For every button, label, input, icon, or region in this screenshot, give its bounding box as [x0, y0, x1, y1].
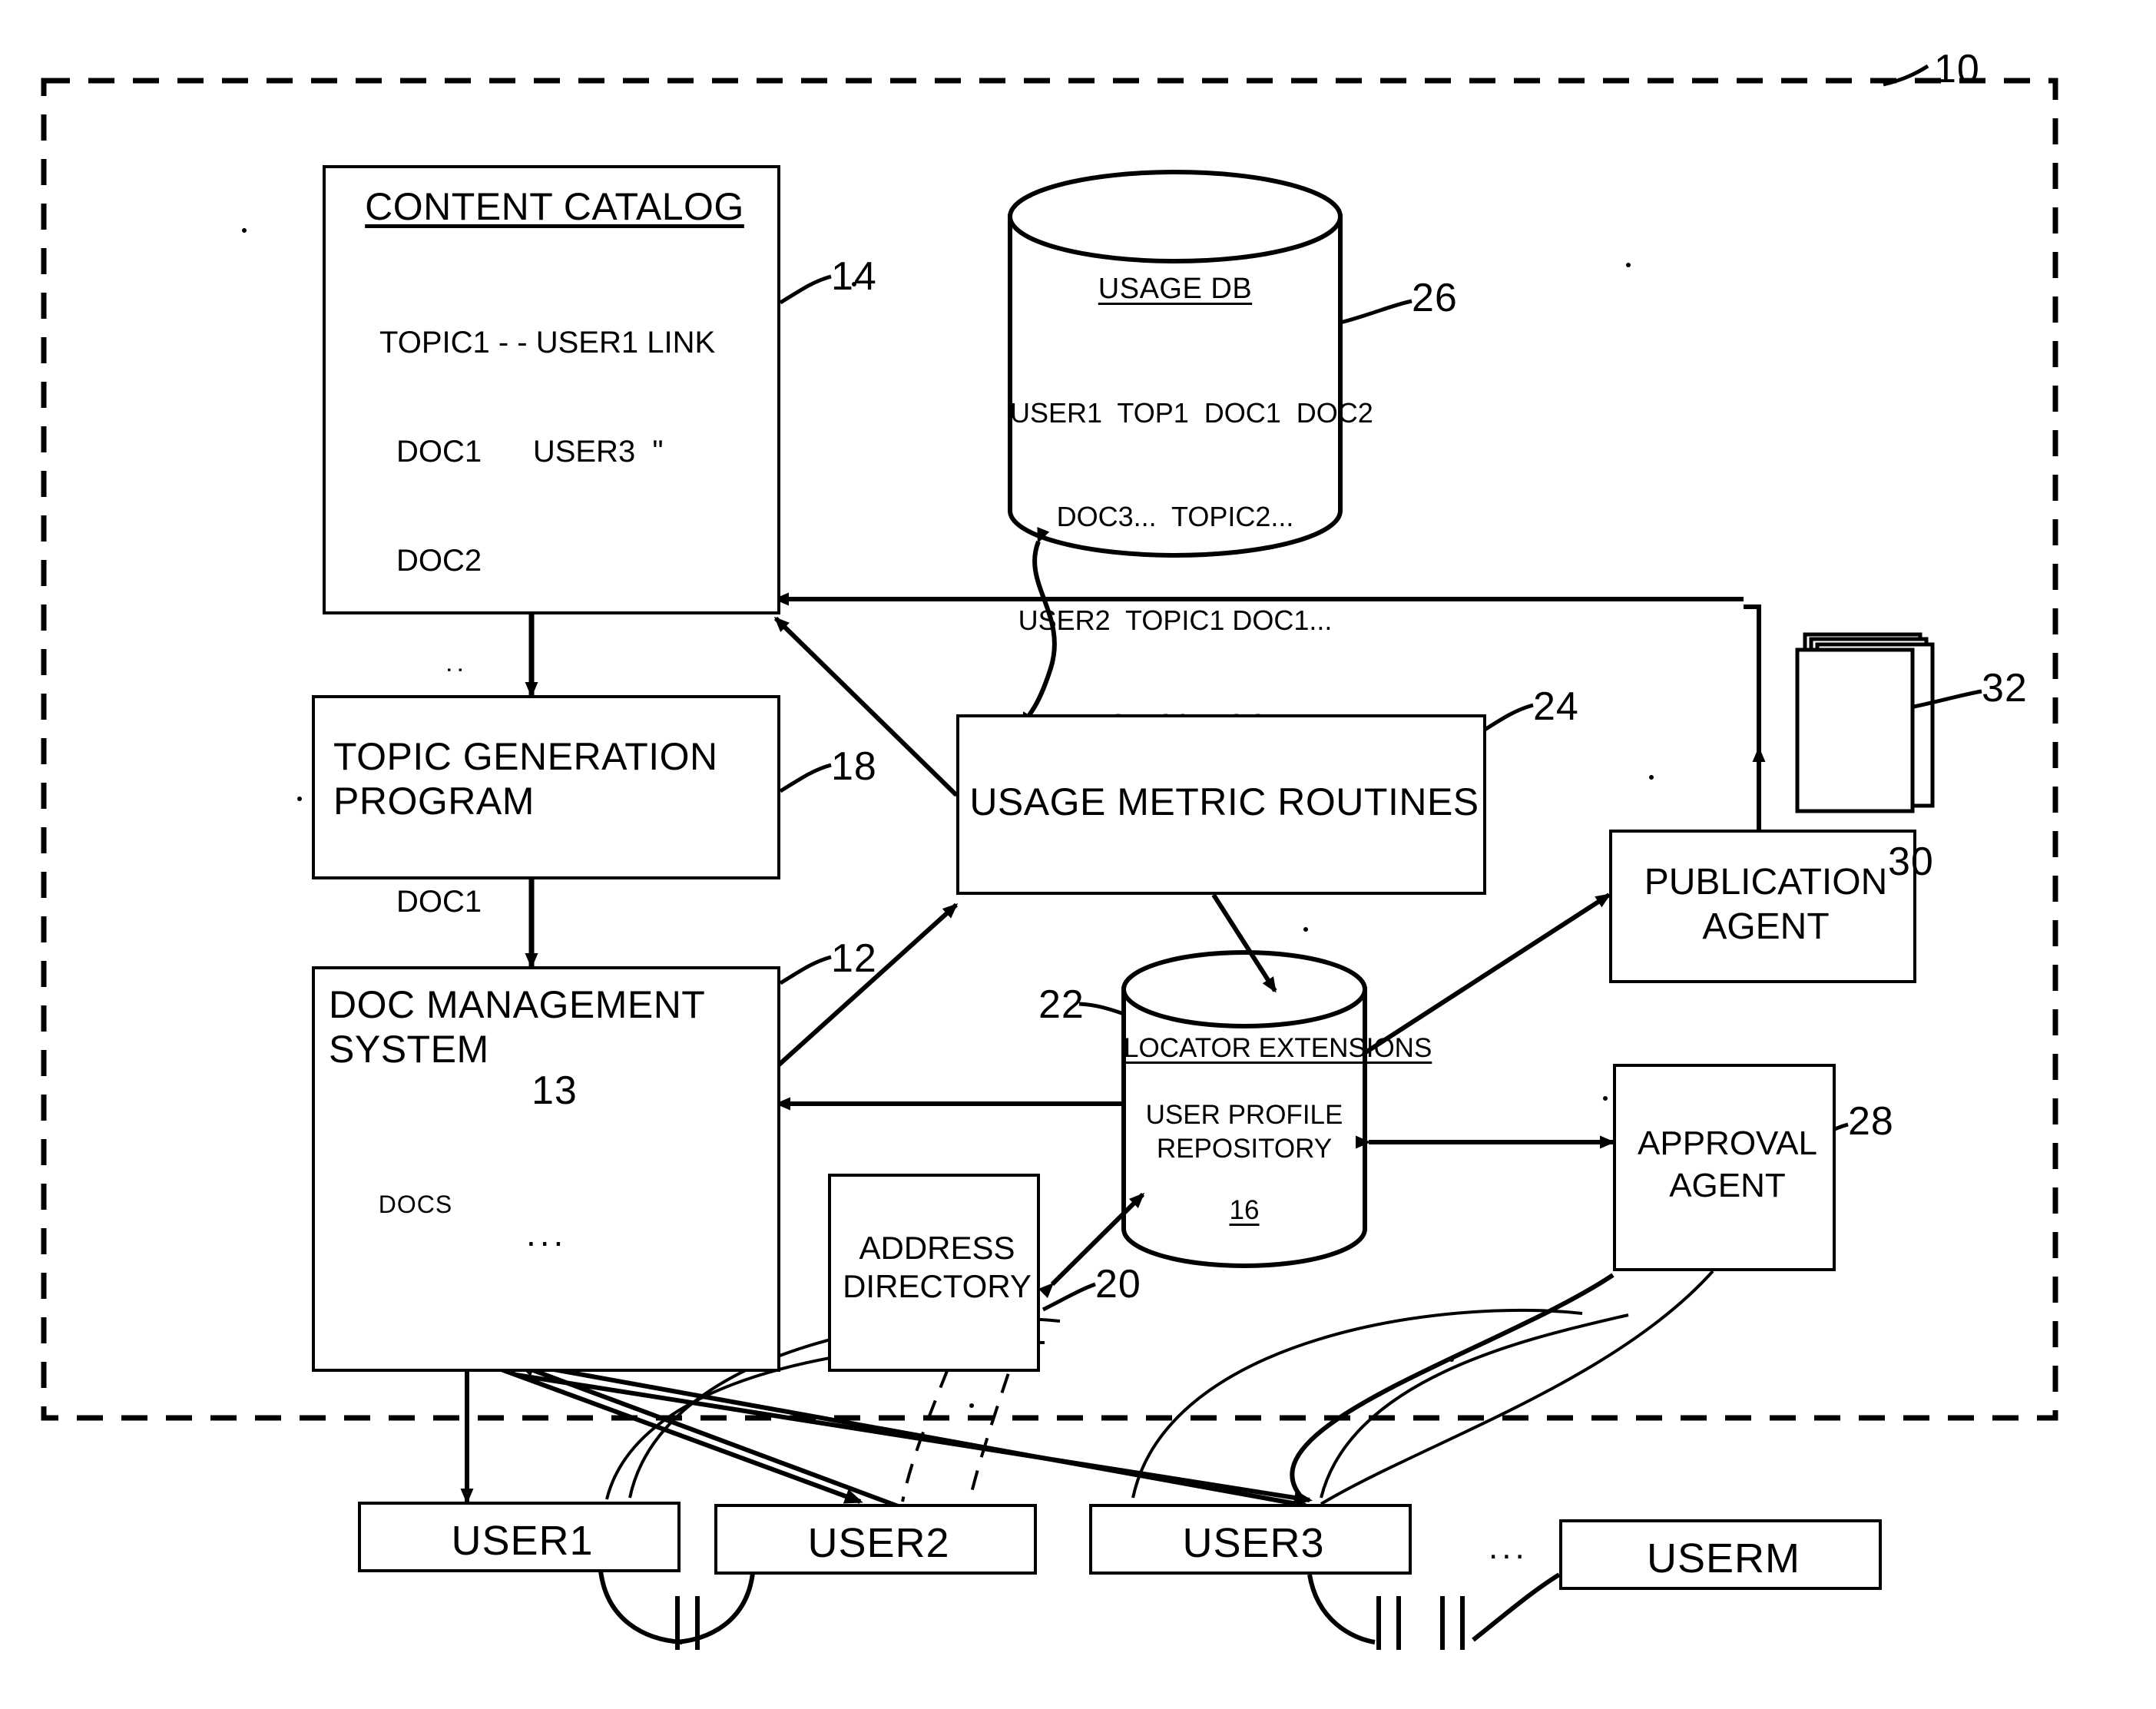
arrow-dms-user3: [515, 1373, 1313, 1505]
arrow-user3-dms: [505, 1356, 1307, 1508]
address-directory-title: ADDRESS DIRECTORY: [843, 1230, 1032, 1305]
usagedb-line-2: DOC3... TOPIC2...: [1056, 501, 1294, 532]
catalog-line-2: DOC1 USER3 ": [396, 434, 664, 469]
ref-18: 18: [831, 744, 877, 789]
docs-ellipsis: ...: [526, 1214, 568, 1254]
catalog-line-7: DOC1: [396, 885, 482, 919]
arrow-metrics-profile: [1211, 893, 1277, 993]
figure-canvas: CONTENT CATALOG TOPIC1 - - USER1 LINK DO…: [0, 0, 2156, 1709]
user-box-userm[interactable]: USERM: [1559, 1519, 1882, 1590]
catalog-line-3: DOC2: [396, 543, 482, 578]
ref-32: 32: [1982, 666, 2028, 710]
catalog-line-1: TOPIC1 - - USER1 LINK: [379, 326, 716, 360]
topic-generation-program-box[interactable]: TOPIC GENERATION PROGRAM: [312, 695, 780, 879]
content-catalog-box[interactable]: CONTENT CATALOG TOPIC1 - - USER1 LINK DO…: [323, 165, 780, 1179]
doc-management-system-title: DOC MANAGEMENT SYSTEM: [329, 983, 706, 1071]
arrow-user2-dms: [518, 1363, 908, 1512]
link-approval-users-2: [1320, 1270, 1714, 1505]
arrow-dms-metrics: [773, 903, 959, 1070]
usagedb-line-1: USER1 TOP1 DOC1 DOC2: [1010, 397, 1373, 429]
doc-management-system-box[interactable]: DOC MANAGEMENT SYSTEM DOCS ...: [312, 966, 780, 1372]
ref-24: 24: [1533, 684, 1579, 729]
break-symbols: [598, 1570, 1561, 1650]
ref-28: 28: [1848, 1099, 1894, 1144]
user1-label: USER1: [451, 1518, 594, 1564]
user2-label: USER2: [807, 1520, 950, 1566]
arrow-profile-publication: [1362, 893, 1611, 1056]
published-docs-stack: [1795, 632, 1935, 813]
topic-generation-program-title: TOPIC GENERATION PROGRAM: [333, 735, 718, 823]
userm-label: USERM: [1646, 1535, 1800, 1581]
ref-22: 22: [1038, 982, 1085, 1027]
ref-30: 30: [1888, 840, 1934, 884]
ref-10: 10: [1934, 47, 1980, 91]
ref-13: 13: [532, 1068, 578, 1113]
approval-agent-title: APPROVAL AGENT: [1638, 1124, 1817, 1204]
catalog-line-4: :: [441, 666, 471, 674]
docs-label: DOCS: [378, 1191, 453, 1218]
publication-agent-box[interactable]: PUBLICATION AGENT: [1609, 830, 1916, 983]
user-profile-repository-inner-ref: 16: [1229, 1195, 1260, 1225]
user-box-user3[interactable]: USER3: [1089, 1504, 1412, 1575]
usage-metric-routines-box[interactable]: USAGE METRIC ROUTINES: [956, 714, 1486, 895]
publication-agent-title: PUBLICATION AGENT: [1644, 862, 1888, 947]
address-directory-box[interactable]: ADDRESS DIRECTORY: [828, 1174, 1040, 1372]
user-box-user1[interactable]: USER1: [358, 1502, 681, 1572]
usage-db-title: USAGE DB: [1098, 273, 1253, 305]
users-ellipsis: ...: [1489, 1528, 1528, 1566]
ref-14: 14: [831, 254, 877, 299]
ref-12: 12: [831, 936, 877, 981]
user-box-user2[interactable]: USER2: [714, 1504, 1037, 1575]
user3-label: USER3: [1182, 1520, 1325, 1566]
locator-extensions-heading: LOCATOR EXTENSIONS: [1124, 1033, 1432, 1063]
ref-26: 26: [1412, 276, 1458, 320]
approval-agent-box[interactable]: APPROVAL AGENT: [1613, 1064, 1836, 1271]
ref-20: 20: [1095, 1262, 1141, 1307]
link-curve-3: [1131, 1308, 1583, 1499]
content-catalog-title: CONTENT CATALOG: [365, 185, 744, 228]
link-approval-users: [1290, 1273, 1615, 1504]
usage-metric-routines-title: USAGE METRIC ROUTINES: [969, 780, 1479, 823]
link-curve-4: [1320, 1313, 1629, 1499]
arrow-dms-user2: [498, 1366, 863, 1504]
usagedb-line-3: USER2 TOPIC1 DOC1...: [1018, 604, 1333, 636]
user-profile-repository-title: USER PROFILE REPOSITORY: [1145, 1100, 1343, 1164]
